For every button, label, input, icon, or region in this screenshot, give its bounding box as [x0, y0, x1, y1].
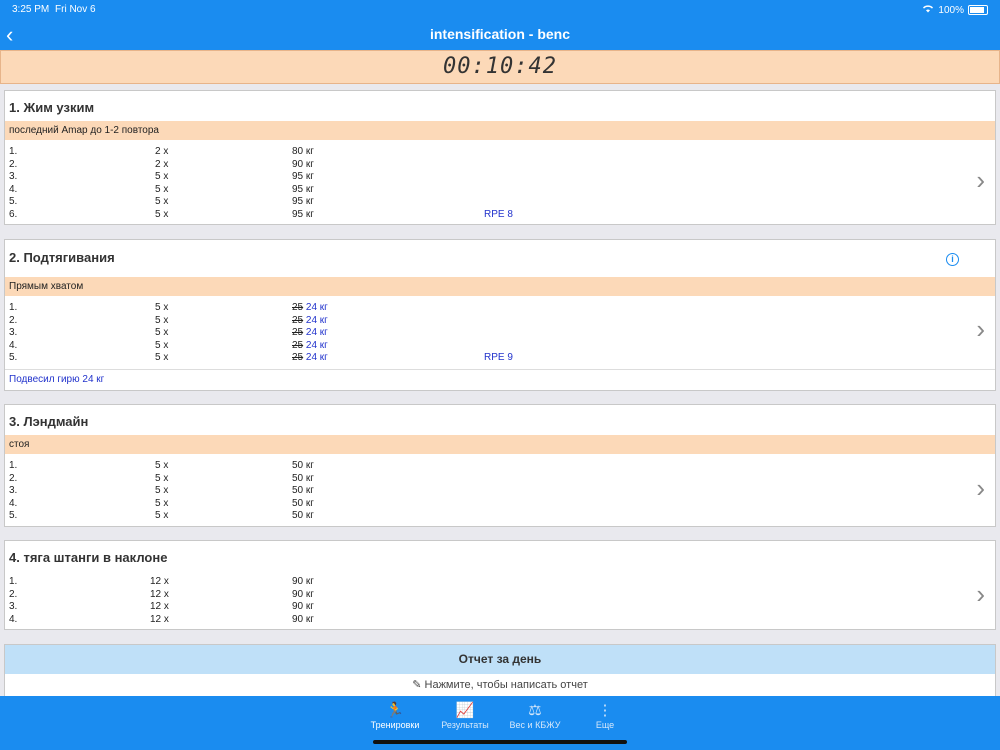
chevron-right-icon[interactable]: › — [976, 473, 985, 504]
write-report-button[interactable]: ✎ Нажмите, чтобы написать отчет — [5, 674, 995, 696]
wifi-icon — [922, 4, 934, 16]
tab-workouts[interactable]: 🏃 Тренировки — [360, 702, 430, 730]
set-row: 5. 5 x 25 24 кг RPE 9 — [9, 352, 513, 363]
set-row: 1. 12 x 90 кг — [9, 576, 314, 587]
tab-label: Результаты — [441, 720, 489, 730]
set-row: 6. 5 x 95 кг RPE 8 — [9, 208, 513, 220]
set-row: 3. 5 x 25 24 кг — [9, 327, 328, 338]
exercise-name: 1. Жим узким — [9, 100, 95, 115]
rpe-label: RPE 9 — [484, 352, 513, 363]
set-row: 3. 5 x 50 кг — [9, 485, 314, 496]
status-time: 3:25 PM — [12, 4, 50, 15]
exercise-name: 2. Подтягивания — [9, 250, 115, 265]
tab-label: Тренировки — [370, 720, 420, 730]
exercise-name: 3. Лэндмайн — [9, 414, 89, 429]
set-list: 1. 2 x 80 кг 2. 2 x 90 кг 3. 5 x 95 кг 4. 5 x 95… — [5, 140, 995, 221]
battery-percent: 100% — [938, 4, 964, 16]
status-date: Fri Nov 6 — [55, 4, 96, 15]
exercise-card-3[interactable]: 3. Лэндмайн стоя 1. 5 x 50 кг 2. 5 x 50 кг 3… — [4, 404, 996, 527]
set-row: 1. 2 x 80 кг — [9, 146, 314, 157]
exercise-card-1[interactable]: 1. Жим узким последний Amap до 1-2 повто… — [4, 90, 996, 225]
tab-more[interactable]: ⋮ Еще — [570, 702, 640, 730]
chevron-right-icon[interactable]: › — [976, 579, 985, 610]
set-list: 1. 5 x 50 кг 2. 5 x 50 кг 3. 5 x 50 кг 4. 5 x 50… — [5, 454, 995, 523]
set-row: 2. 2 x 90 кг — [9, 158, 314, 170]
set-row: 4. 5 x 25 24 кг — [9, 339, 328, 351]
exercise-card-4[interactable]: 4. тяга штанги в наклоне 1. 12 x 90 кг 2. 1… — [4, 540, 996, 630]
exercise-note: стоя — [5, 435, 995, 454]
set-row: 1. 5 x 25 24 кг — [9, 302, 328, 313]
home-indicator[interactable] — [373, 740, 627, 744]
more-icon: ⋮ — [597, 702, 613, 719]
status-bar: 3:25 PM Fri Nov 6 100% — [0, 0, 1000, 18]
chevron-right-icon[interactable]: › — [976, 165, 985, 196]
exercise-note: последний Amap до 1-2 повтора — [5, 121, 995, 140]
exercise-comment: Подвесил гирю 24 кг — [5, 369, 995, 389]
battery-icon — [968, 5, 988, 15]
tab-label: Вес и КБЖУ — [509, 720, 561, 730]
tab-label: Еще — [595, 720, 615, 730]
page-title: intensification - benc — [429, 26, 570, 42]
workout-timer: 00:10:42 — [0, 50, 1000, 84]
set-row: 4. 12 x 90 кг — [9, 613, 314, 625]
chart-icon: 📈 — [455, 702, 475, 719]
tab-results[interactable]: 📈 Результаты — [430, 702, 500, 730]
set-row: 5. 5 x 95 кг — [9, 196, 314, 207]
rpe-label: RPE 8 — [484, 208, 513, 220]
set-row: 2. 5 x 25 24 кг — [9, 314, 328, 326]
status-right: 100% — [922, 4, 988, 16]
set-row: 2. 5 x 50 кг — [9, 472, 314, 484]
exercise-card-2[interactable]: 2. Подтягивания i Прямым хватом 1. 5 x 25 … — [4, 239, 996, 391]
set-row: 4. 5 x 95 кг — [9, 183, 314, 195]
set-row: 3. 5 x 95 кг — [9, 171, 314, 182]
daily-report: Отчет за день ✎ Нажмите, чтобы написать … — [4, 644, 996, 698]
set-row: 3. 12 x 90 кг — [9, 601, 314, 612]
nav-bar: ‹ intensification - benc — [0, 18, 1000, 50]
scale-icon: ⚖ — [528, 702, 542, 719]
exercise-name: 4. тяга штанги в наклоне — [9, 550, 168, 565]
set-row: 5. 5 x 50 кг — [9, 510, 314, 521]
set-list: 1. 5 x 25 24 кг 2. 5 x 25 24 кг 3. 5 x 25 24 к… — [5, 296, 995, 369]
report-title: Отчет за день — [5, 645, 995, 674]
info-icon[interactable]: i — [946, 253, 959, 266]
tab-weight-nutrition[interactable]: ⚖ Вес и КБЖУ — [500, 702, 570, 730]
set-row: 4. 5 x 50 кг — [9, 497, 314, 509]
exercise-note: Прямым хватом — [5, 277, 995, 296]
running-icon: 🏃 — [385, 702, 405, 719]
set-list: 1. 12 x 90 кг 2. 12 x 90 кг 3. 12 x 90 кг 4. 12… — [5, 571, 995, 626]
chevron-right-icon[interactable]: › — [976, 314, 985, 345]
set-row: 1. 5 x 50 кг — [9, 460, 314, 471]
set-row: 2. 12 x 90 кг — [9, 588, 314, 600]
